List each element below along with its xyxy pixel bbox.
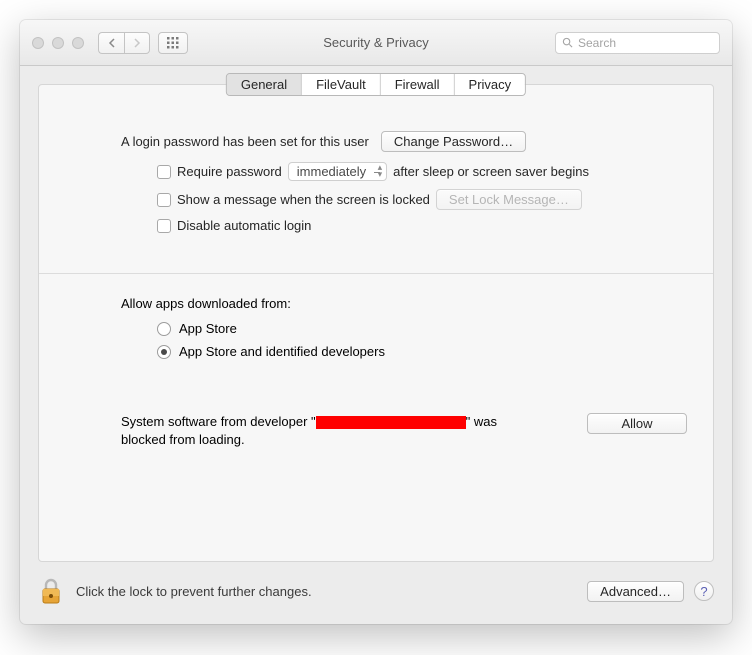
- change-password-button[interactable]: Change Password…: [381, 131, 526, 152]
- radio-app-store-identified-input[interactable]: [157, 345, 171, 359]
- minimize-window-button[interactable]: [52, 37, 64, 49]
- advanced-button[interactable]: Advanced…: [587, 581, 684, 602]
- preferences-window: Security & Privacy Search General FileVa…: [20, 20, 732, 624]
- search-icon: [562, 37, 573, 48]
- redacted-developer-name: [316, 416, 466, 429]
- nav-buttons: [98, 32, 150, 54]
- require-password-option: Require password immediately ▴▾ after sl…: [157, 162, 687, 181]
- radio-app-store-input[interactable]: [157, 322, 171, 336]
- tab-general[interactable]: General: [227, 74, 302, 95]
- forward-button[interactable]: [124, 32, 150, 54]
- tab-filevault[interactable]: FileVault: [302, 74, 381, 95]
- require-password-checkbox[interactable]: [157, 165, 171, 179]
- show-message-label: Show a message when the screen is locked: [177, 192, 430, 207]
- help-button[interactable]: ?: [694, 581, 714, 601]
- require-password-suffix: after sleep or screen saver begins: [393, 164, 589, 179]
- tab-firewall[interactable]: Firewall: [381, 74, 455, 95]
- close-window-button[interactable]: [32, 37, 44, 49]
- footer: Click the lock to prevent further change…: [20, 562, 732, 624]
- search-field[interactable]: Search: [555, 32, 720, 54]
- require-password-delay-value: immediately: [297, 164, 366, 179]
- radio-app-store-label: App Store: [179, 321, 237, 336]
- radio-app-store[interactable]: App Store: [157, 321, 687, 336]
- back-button[interactable]: [98, 32, 124, 54]
- tab-bar: General FileVault Firewall Privacy: [226, 73, 526, 96]
- set-lock-message-button[interactable]: Set Lock Message…: [436, 189, 582, 210]
- show-message-option: Show a message when the screen is locked…: [157, 189, 687, 210]
- inner-panel: General FileVault Firewall Privacy A log…: [38, 84, 714, 562]
- disable-auto-login-checkbox[interactable]: [157, 219, 171, 233]
- allow-apps-label: Allow apps downloaded from:: [121, 296, 687, 311]
- footer-right: Advanced… ?: [587, 581, 714, 602]
- show-all-button[interactable]: [158, 32, 188, 54]
- zoom-window-button[interactable]: [72, 37, 84, 49]
- login-password-row: A login password has been set for this u…: [121, 131, 687, 152]
- blocked-software-text: System software from developer "" was bl…: [121, 413, 541, 448]
- lock-message: Click the lock to prevent further change…: [76, 584, 312, 599]
- window-controls: [32, 37, 84, 49]
- disable-auto-login-label: Disable automatic login: [177, 218, 311, 233]
- blocked-software-section: System software from developer "" was bl…: [121, 413, 687, 448]
- disable-auto-login-option: Disable automatic login: [157, 218, 687, 233]
- show-message-checkbox[interactable]: [157, 193, 171, 207]
- titlebar: Security & Privacy Search: [20, 20, 732, 66]
- require-password-prefix: Require password: [177, 164, 282, 179]
- radio-app-store-identified-label: App Store and identified developers: [179, 344, 385, 359]
- login-options: Require password immediately ▴▾ after sl…: [157, 162, 687, 233]
- allow-apps-radios: App Store App Store and identified devel…: [157, 321, 687, 359]
- login-password-label: A login password has been set for this u…: [121, 134, 369, 149]
- require-password-delay-select[interactable]: immediately ▴▾: [288, 162, 387, 181]
- content-area: General FileVault Firewall Privacy A log…: [20, 66, 732, 562]
- lock-icon[interactable]: [38, 576, 64, 606]
- chevron-updown-icon: ▴▾: [378, 164, 383, 178]
- radio-app-store-identified[interactable]: App Store and identified developers: [157, 344, 687, 359]
- search-placeholder: Search: [578, 36, 616, 50]
- blocked-prefix: System software from developer ": [121, 414, 316, 429]
- allow-button[interactable]: Allow: [587, 413, 687, 434]
- divider: [39, 273, 713, 274]
- tab-privacy[interactable]: Privacy: [455, 74, 526, 95]
